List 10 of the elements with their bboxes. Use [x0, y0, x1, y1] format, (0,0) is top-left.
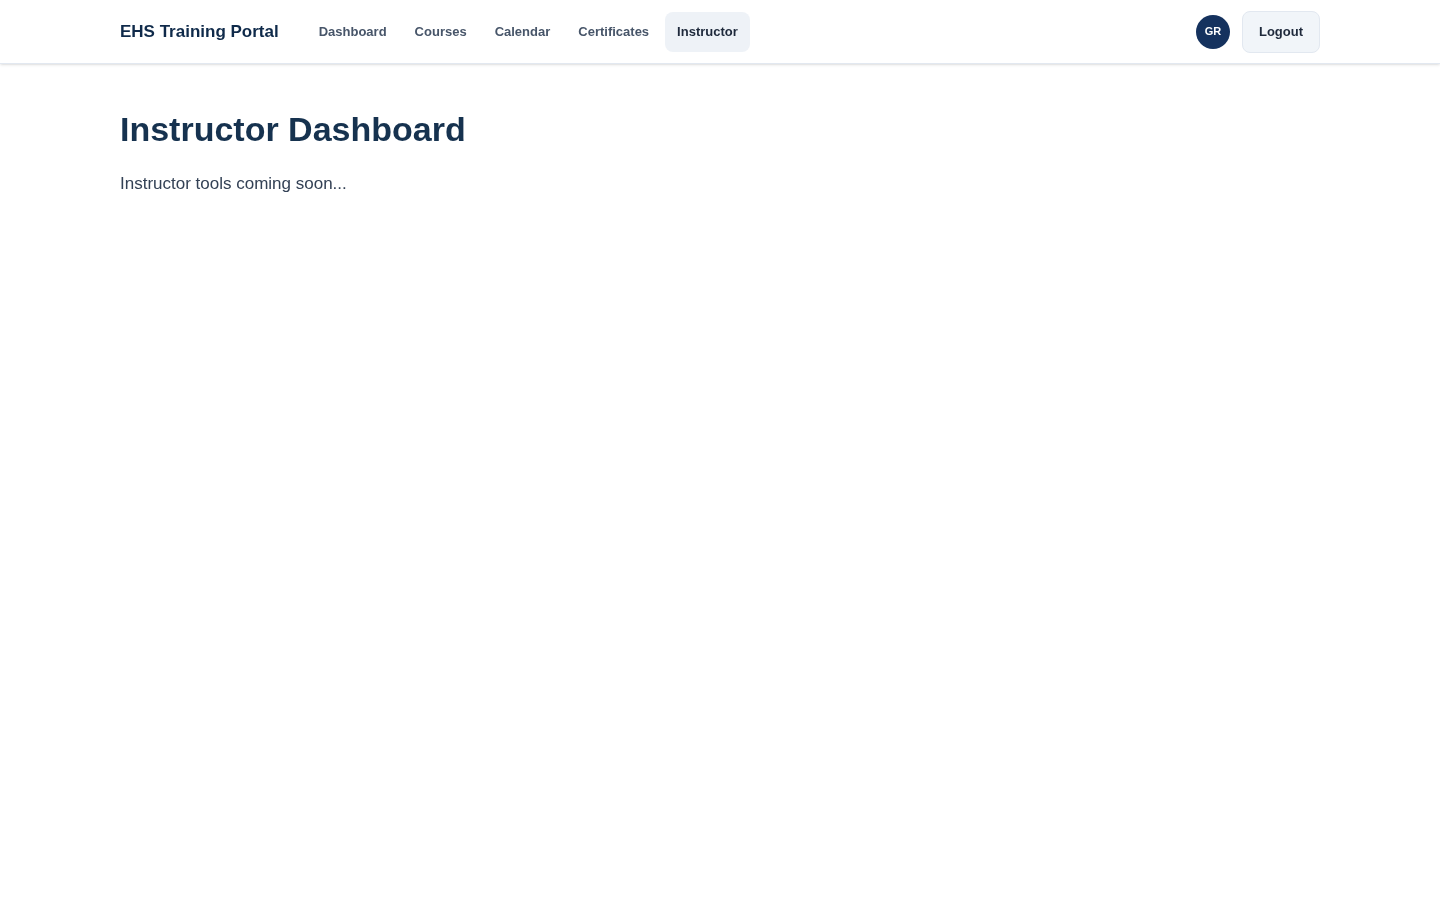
nav-tab[interactable]: Certificates: [566, 11, 662, 52]
placeholder-message: Instructor tools coming soon...: [120, 173, 348, 195]
nav-tab[interactable]: Calendar: [482, 11, 563, 52]
brand-title: EHS Training Portal: [120, 20, 279, 43]
page-title: Instructor Dashboard: [120, 109, 467, 150]
nav-tab[interactable]: Dashboard: [306, 11, 399, 52]
logout-button[interactable]: Logout: [1241, 10, 1320, 53]
nav-tab[interactable]: Instructor: [665, 11, 750, 52]
user-avatar[interactable]: GR: [1195, 14, 1230, 49]
nav-tab[interactable]: Courses: [402, 11, 479, 52]
